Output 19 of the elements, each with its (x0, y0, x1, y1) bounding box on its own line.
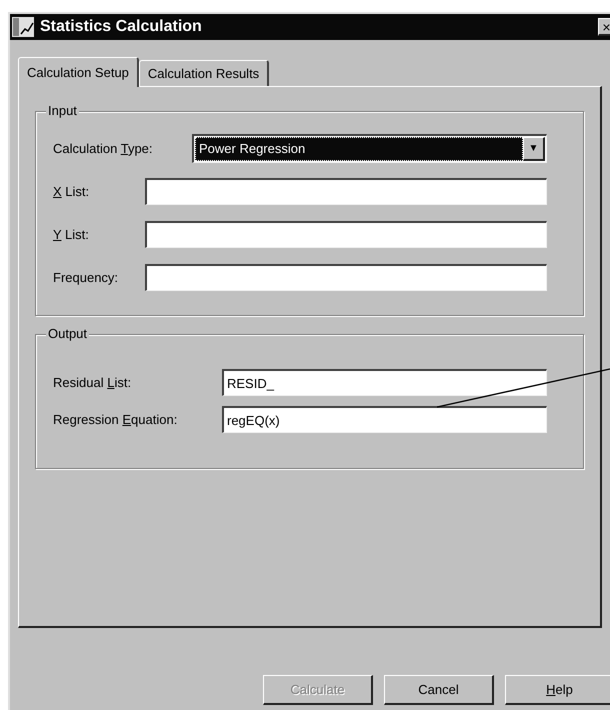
dialog-button[interactable]: Help (505, 675, 610, 705)
field-label: Frequency: (53, 268, 120, 287)
input-field[interactable] (145, 178, 547, 205)
dropdown-value: Power Regression (195, 137, 523, 161)
field-label: Calculation Type: (53, 140, 154, 158)
field-label: X List: (53, 182, 90, 201)
window-title: Statistics Calculation (40, 17, 203, 37)
tab[interactable]: Calculation Results (138, 60, 270, 86)
tab[interactable]: Calculation Setup (18, 57, 139, 87)
close-button[interactable]: × (598, 18, 610, 36)
input-field[interactable]: regEQ(x) (222, 406, 547, 433)
dropdown[interactable]: Power Regression ▼ (192, 134, 547, 163)
input-field[interactable] (145, 221, 547, 248)
field-label: Regression Equation: (53, 410, 178, 429)
field-label: Residual List: (53, 374, 132, 392)
input-field[interactable]: RESID_ (222, 369, 547, 396)
input-field[interactable] (145, 264, 547, 291)
field-label: Y List: (53, 226, 90, 244)
dialog-button[interactable]: Cancel (384, 675, 494, 705)
